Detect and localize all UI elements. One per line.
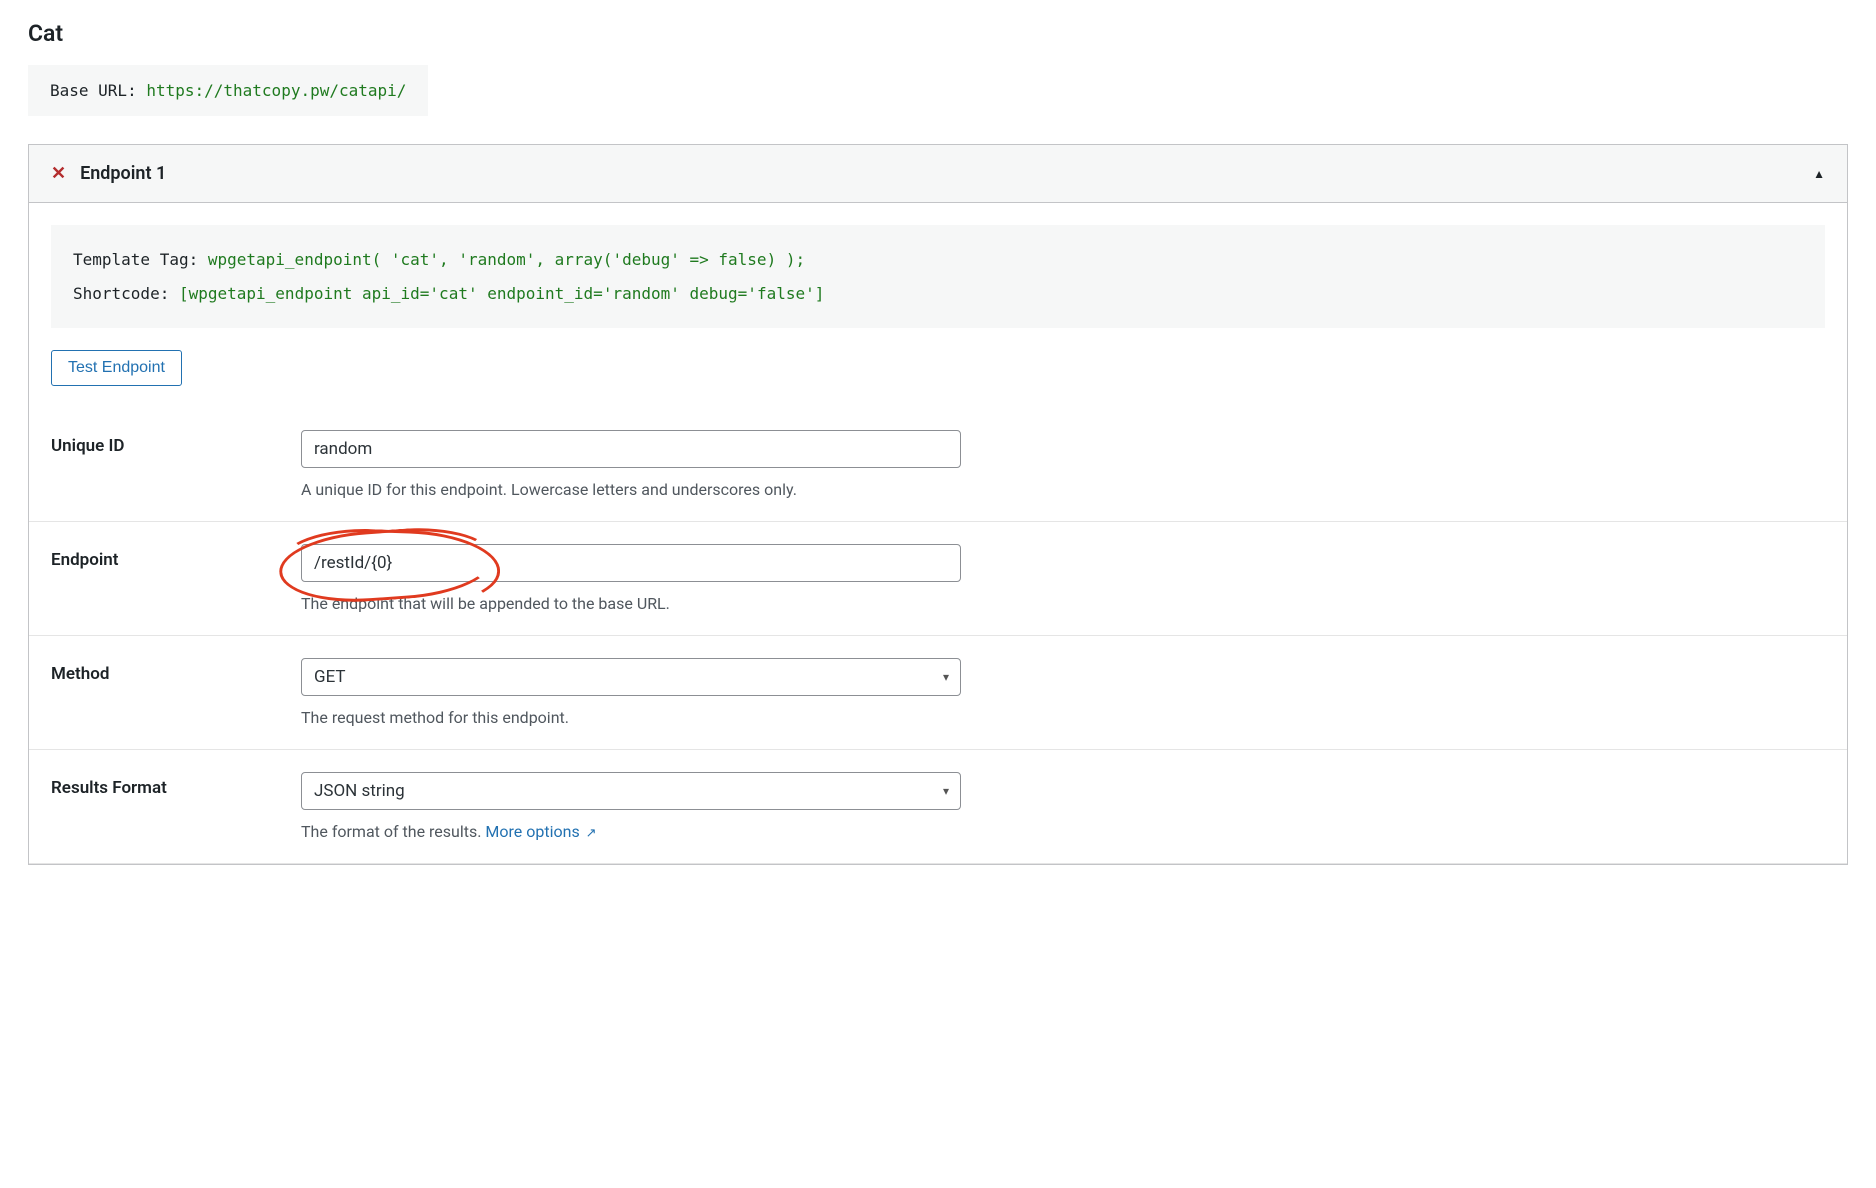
endpoint-panel-body: Template Tag: wpgetapi_endpoint( 'cat', … (29, 225, 1847, 864)
field-row-results-format: Results Format JSON string ▾ The format … (29, 750, 1847, 864)
test-endpoint-button[interactable]: Test Endpoint (51, 350, 182, 386)
method-label: Method (51, 658, 281, 727)
endpoint-panel: ✕ Endpoint 1 ▲ Template Tag: wpgetapi_en… (28, 144, 1848, 865)
collapse-icon[interactable]: ▲ (1813, 167, 1825, 181)
external-link-icon: ↗ (586, 826, 597, 841)
endpoint-help: The endpoint that will be appended to th… (301, 594, 961, 613)
endpoint-label: Endpoint (51, 544, 281, 613)
field-row-unique-id: Unique ID A unique ID for this endpoint.… (29, 408, 1847, 522)
unique-id-input[interactable] (301, 430, 961, 468)
method-help: The request method for this endpoint. (301, 708, 961, 727)
template-tag-label: Template Tag: (73, 250, 208, 269)
field-row-method: Method GET ▾ The request method for this… (29, 636, 1847, 750)
shortcode-label: Shortcode: (73, 284, 179, 303)
results-format-select[interactable]: JSON string (301, 772, 961, 810)
base-url-value: https://thatcopy.pw/catapi/ (146, 81, 406, 100)
results-format-help: The format of the results. More options … (301, 822, 961, 841)
results-format-label: Results Format (51, 772, 281, 841)
shortcode-code: [wpgetapi_endpoint api_id='cat' endpoint… (179, 284, 824, 303)
endpoint-panel-header[interactable]: ✕ Endpoint 1 ▲ (29, 145, 1847, 203)
unique-id-help: A unique ID for this endpoint. Lowercase… (301, 480, 961, 499)
remove-endpoint-icon[interactable]: ✕ (51, 165, 66, 183)
template-tag-code: wpgetapi_endpoint( 'cat', 'random', arra… (208, 250, 805, 269)
method-select[interactable]: GET (301, 658, 961, 696)
endpoint-input[interactable] (301, 544, 961, 582)
field-row-endpoint: Endpoint The endpoint that will be appen… (29, 522, 1847, 636)
more-options-link[interactable]: More options ↗ (485, 822, 596, 841)
page-title: Cat (28, 20, 1848, 47)
base-url-label: Base URL: (50, 81, 146, 100)
unique-id-label: Unique ID (51, 430, 281, 499)
code-snippets-box: Template Tag: wpgetapi_endpoint( 'cat', … (51, 225, 1825, 328)
base-url-box: Base URL: https://thatcopy.pw/catapi/ (28, 65, 428, 116)
endpoint-panel-title: Endpoint 1 (80, 163, 166, 184)
